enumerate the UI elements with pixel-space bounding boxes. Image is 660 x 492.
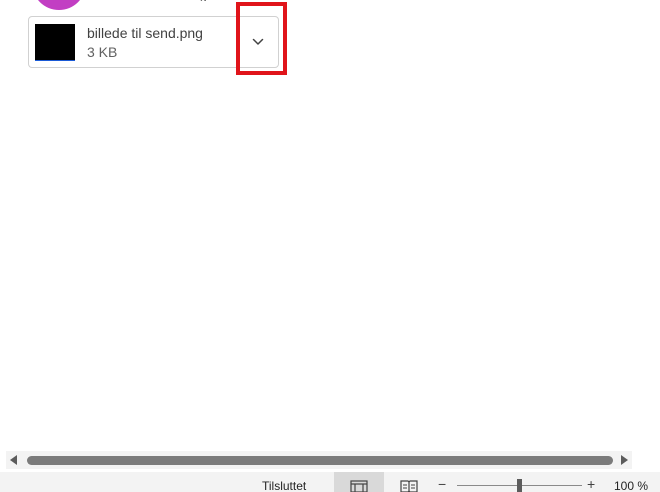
zoom-slider-thumb[interactable] bbox=[517, 479, 522, 492]
status-bar: Tilsluttet − + 100 % bbox=[0, 472, 660, 492]
horizontal-scrollbar[interactable] bbox=[6, 451, 632, 469]
reading-view-icon bbox=[400, 480, 418, 492]
thumbnail-accent-line bbox=[35, 60, 75, 61]
highlight-box bbox=[236, 2, 287, 75]
sender-name-fragment: g bbox=[200, 0, 208, 1]
scrollbar-thumb[interactable] bbox=[27, 456, 613, 465]
attachment-file-name: billede til send.png bbox=[87, 25, 203, 41]
normal-view-button[interactable] bbox=[334, 472, 384, 492]
normal-view-icon bbox=[350, 480, 368, 492]
attachment-file-size: 3 KB bbox=[87, 44, 118, 60]
scroll-left-arrow-icon[interactable] bbox=[10, 455, 17, 465]
zoom-in-button[interactable]: + bbox=[587, 477, 595, 491]
sender-avatar[interactable] bbox=[32, 0, 86, 10]
reading-view-button[interactable] bbox=[384, 472, 434, 492]
scroll-right-arrow-icon[interactable] bbox=[621, 455, 628, 465]
zoom-level[interactable]: 100 % bbox=[614, 479, 648, 492]
connection-status: Tilsluttet bbox=[262, 479, 307, 492]
attachment-thumbnail bbox=[35, 24, 75, 61]
zoom-out-button[interactable]: − bbox=[438, 477, 446, 491]
